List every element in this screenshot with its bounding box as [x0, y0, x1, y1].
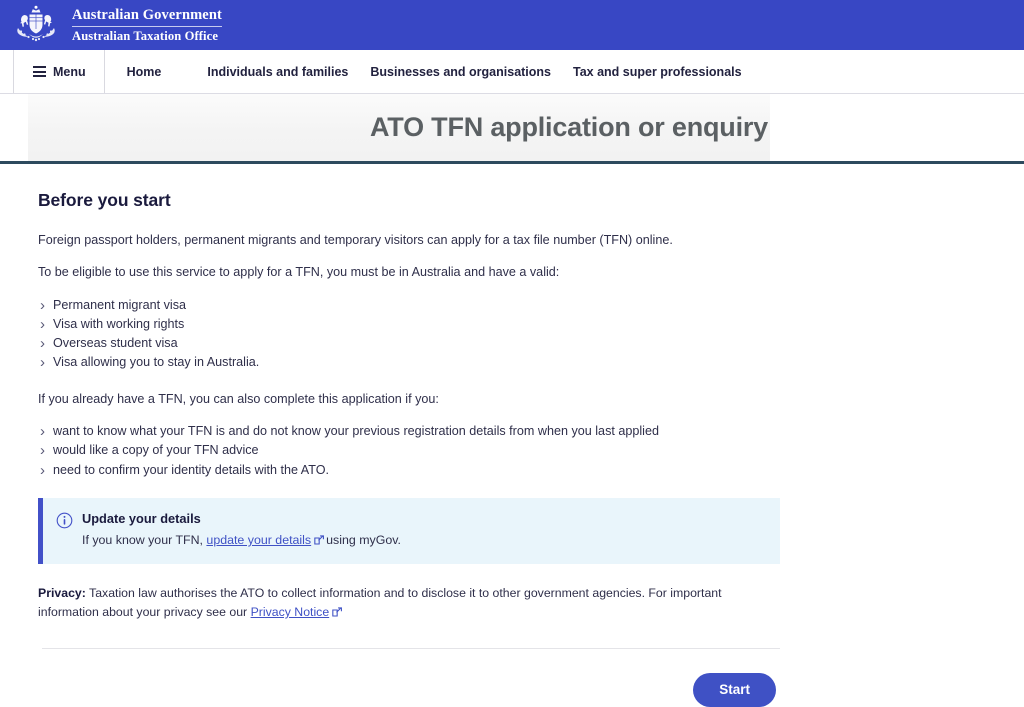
hamburger-icon [33, 66, 46, 77]
list-item: Overseas student visa [38, 333, 783, 356]
privacy-notice-link[interactable]: Privacy Notice [251, 605, 330, 619]
list-item: Visa allowing you to stay in Australia. [38, 352, 783, 375]
callout-text-after: using myGov. [326, 533, 401, 548]
callout-title: Update your details [82, 510, 201, 526]
intro-paragraph: Foreign passport holders, permanent migr… [38, 233, 673, 247]
page-title: ATO TFN application or enquiry [369, 112, 768, 142]
menu-button[interactable]: Menu [13, 50, 105, 93]
menu-button-label: Menu [53, 64, 86, 79]
government-header: Australian Government Australian Taxatio… [0, 0, 1024, 50]
callout-text: If you know your TFN, update your detail… [82, 532, 764, 550]
list-item: would like a copy of your TFN advice [38, 440, 783, 463]
list-item: want to know what your TFN is and do not… [38, 421, 783, 444]
privacy-statement: Privacy: Taxation law authorises the ATO… [38, 584, 783, 622]
start-button[interactable]: Start [693, 673, 776, 707]
existing-tfn-lead: If you already have a TFN, you can also … [38, 392, 439, 407]
callout-text-before: If you know your TFN, [82, 533, 207, 548]
australian-coat-of-arms-icon [17, 5, 55, 42]
eligibility-list: Permanent migrant visa Visa with working… [38, 294, 783, 375]
nav-item-individuals-and-families[interactable]: Individuals and families [207, 65, 348, 79]
brand-text: Australian Government Australian Taxatio… [72, 7, 222, 44]
update-details-callout: Update your details If you know your TFN… [38, 497, 780, 565]
nav-links: Home Individuals and families Businesses… [105, 50, 742, 93]
list-item: need to confirm your identity details wi… [38, 460, 783, 483]
update-your-details-link[interactable]: update your details [206, 533, 311, 547]
agency-name: Australian Taxation Office [72, 28, 219, 43]
action-row: Start [38, 657, 776, 707]
info-circle-icon [56, 512, 73, 529]
page-title-banner: ATO TFN application or enquiry [0, 94, 1024, 164]
list-item: Permanent migrant visa [38, 294, 783, 317]
external-link-icon [332, 607, 343, 617]
privacy-text: Taxation law authorises the ATO to colle… [38, 586, 722, 620]
nav-item-tax-and-super-professionals[interactable]: Tax and super professionals [573, 65, 742, 79]
external-link-icon [314, 535, 325, 545]
nav-item-businesses-and-organisations[interactable]: Businesses and organisations [370, 65, 551, 79]
list-item: Visa with working rights [38, 314, 783, 337]
page-title-box: ATO TFN application or enquiry [28, 94, 770, 161]
nav-item-home[interactable]: Home [127, 65, 162, 79]
eligibility-lead: To be eligible to use this service to ap… [38, 265, 560, 280]
main-content: Before you start Foreign passport holder… [0, 164, 1024, 707]
section-heading: Before you start [38, 190, 171, 210]
ato-brand-lockup[interactable]: Australian Government Australian Taxatio… [10, 4, 222, 46]
primary-navigation: Menu Home Individuals and families Busin… [0, 50, 1024, 94]
government-name: Australian Government [72, 7, 222, 27]
existing-tfn-list: want to know what your TFN is and do not… [38, 421, 783, 483]
section-divider [41, 648, 780, 650]
